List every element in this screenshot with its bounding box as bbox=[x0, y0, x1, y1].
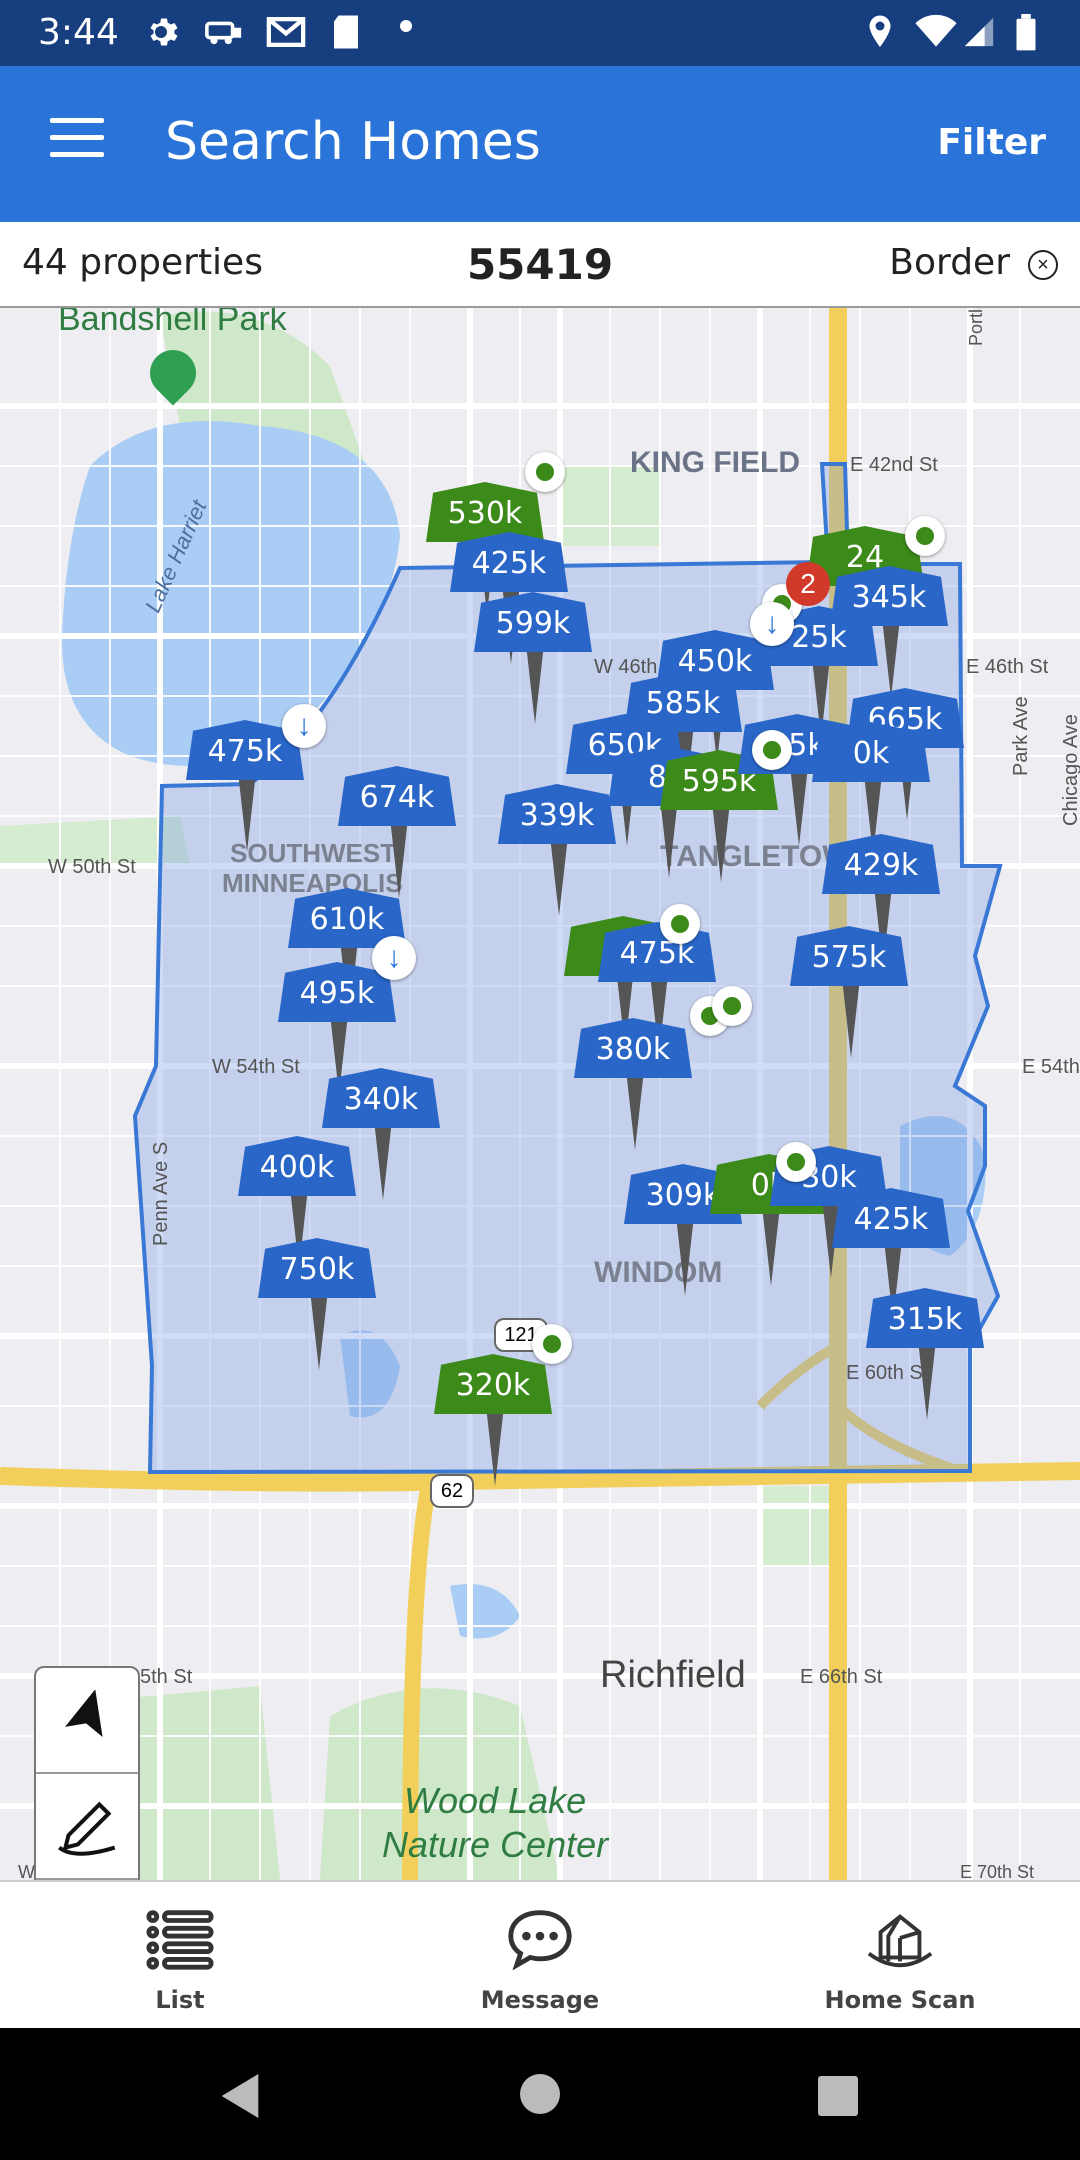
notification-dot-icon bbox=[400, 20, 412, 32]
navigate-button[interactable] bbox=[36, 1668, 138, 1774]
draw-button[interactable] bbox=[36, 1774, 138, 1880]
cluster-badge[interactable]: 2 bbox=[786, 562, 830, 606]
map-label-w50: W 50th St bbox=[48, 856, 136, 878]
pin-stem bbox=[712, 802, 730, 882]
nav-message-label: Message bbox=[480, 1986, 600, 2014]
map-tools bbox=[34, 1666, 140, 1880]
pin-stem bbox=[526, 644, 544, 724]
gmail-icon bbox=[266, 17, 306, 47]
pin-stem bbox=[374, 1120, 392, 1200]
open-house-marker[interactable] bbox=[905, 516, 945, 556]
map-label-e54: E 54th bbox=[1022, 1056, 1080, 1078]
info-bar: 44 properties 55419 Border × bbox=[0, 222, 1080, 308]
navigate-icon bbox=[65, 1690, 103, 1737]
open-house-marker[interactable] bbox=[776, 1142, 816, 1182]
map-label-park-ave: Park Ave bbox=[1010, 696, 1032, 776]
pin-stem bbox=[882, 618, 900, 698]
map-label-chicago: Chicago Ave bbox=[1060, 714, 1080, 826]
border-close-icon[interactable]: × bbox=[1028, 250, 1058, 280]
pin-price-label: 0k bbox=[812, 722, 930, 782]
open-house-marker[interactable] bbox=[660, 904, 700, 944]
menu-icon[interactable] bbox=[50, 118, 104, 162]
border-toggle-label[interactable]: Border bbox=[889, 242, 1010, 283]
open-house-marker[interactable] bbox=[712, 986, 752, 1026]
pin-stem bbox=[842, 978, 860, 1058]
draw-icon bbox=[57, 1801, 116, 1856]
pin-stem bbox=[390, 818, 408, 898]
pin-price-label: 315k bbox=[866, 1288, 984, 1348]
pin-price-label: 400k bbox=[238, 1136, 356, 1196]
pin-stem bbox=[918, 1340, 936, 1420]
pin-stem bbox=[790, 766, 808, 846]
price-pin[interactable]: 320k bbox=[434, 1354, 554, 1554]
home-scan-icon bbox=[867, 1914, 933, 1968]
sd-card-icon bbox=[334, 15, 358, 49]
pin-price-label: 425k bbox=[832, 1188, 950, 1248]
map-label-penn: Penn Ave S bbox=[150, 1141, 172, 1246]
open-house-marker[interactable] bbox=[525, 452, 565, 492]
nav-home-scan[interactable]: Home Scan bbox=[720, 1882, 1080, 2030]
home-icon[interactable] bbox=[520, 2074, 560, 2114]
back-icon[interactable] bbox=[218, 2072, 262, 2120]
nav-home-scan-label: Home Scan bbox=[824, 1986, 976, 2014]
pin-stem bbox=[310, 1290, 328, 1370]
page-title: Search Homes bbox=[165, 112, 541, 172]
pin-price-label: 340k bbox=[322, 1068, 440, 1128]
status-bar: 3:44 bbox=[0, 0, 1080, 66]
map-label-e70: E 70th St bbox=[960, 1862, 1035, 1880]
recents-icon[interactable] bbox=[818, 2076, 858, 2116]
price-drop-icon[interactable]: ↓ bbox=[282, 704, 326, 748]
message-icon bbox=[508, 1910, 572, 1970]
pin-stem bbox=[626, 1070, 644, 1150]
pin-price-label: 599k bbox=[474, 592, 592, 652]
map-label-w66: 5th St bbox=[140, 1666, 193, 1688]
filter-button[interactable]: Filter bbox=[937, 122, 1046, 163]
map-label-e66: E 66th St bbox=[800, 1666, 883, 1688]
map-label-e42: E 42nd St bbox=[850, 454, 938, 476]
system-nav-bar bbox=[0, 2028, 1080, 2160]
list-icon bbox=[146, 1910, 214, 1970]
nav-message[interactable]: Message bbox=[360, 1882, 720, 2030]
map-label-woodlake-2: Nature Center bbox=[382, 1824, 609, 1865]
price-drop-icon[interactable]: ↓ bbox=[372, 936, 416, 980]
pin-stem bbox=[238, 772, 256, 852]
map-label-woodlake-1: Wood Lake bbox=[404, 1780, 587, 1821]
car-icon bbox=[205, 21, 242, 45]
open-house-marker[interactable] bbox=[752, 730, 792, 770]
map-label-king-field: KING FIELD bbox=[630, 446, 800, 479]
price-pin[interactable]: 315k bbox=[866, 1288, 986, 1488]
map-label-richfield: Richfield bbox=[600, 1654, 746, 1696]
pin-price-label: 674k bbox=[338, 766, 456, 826]
pin-stem bbox=[486, 1406, 504, 1486]
price-drop-icon[interactable]: ↓ bbox=[750, 602, 794, 646]
map-label-e46: E 46th St bbox=[966, 656, 1049, 678]
bottom-nav: List Message Home Scan bbox=[0, 1880, 1080, 2030]
wifi-icon bbox=[915, 14, 957, 47]
pin-stem bbox=[676, 1216, 694, 1296]
nav-list-label: List bbox=[155, 1986, 205, 2014]
map-view[interactable]: Bandshell Park KING FIELD E 42nd St E 46… bbox=[0, 306, 1080, 1880]
map-label-portland: Portland bbox=[966, 306, 986, 346]
open-house-marker[interactable] bbox=[532, 1324, 572, 1364]
pin-price-label: 429k bbox=[822, 834, 940, 894]
pin-price-label: 575k bbox=[790, 926, 908, 986]
price-pin[interactable]: 750k bbox=[258, 1238, 378, 1438]
map-label-park: Bandshell Park bbox=[58, 306, 287, 338]
settings-icon bbox=[150, 18, 178, 46]
price-pin[interactable]: 575k bbox=[790, 926, 910, 1126]
status-time: 3:44 bbox=[38, 12, 119, 53]
pin-price-label: 750k bbox=[258, 1238, 376, 1298]
nav-list[interactable]: List bbox=[0, 1882, 360, 2030]
app-bar: Search Homes Filter bbox=[0, 66, 1080, 222]
pin-price-label: 320k bbox=[434, 1354, 552, 1414]
pin-price-label: 425k bbox=[450, 532, 568, 592]
pin-price-label: 380k bbox=[574, 1018, 692, 1078]
battery-icon bbox=[1016, 14, 1036, 51]
location-icon bbox=[869, 15, 891, 47]
signal-icon bbox=[964, 17, 994, 47]
